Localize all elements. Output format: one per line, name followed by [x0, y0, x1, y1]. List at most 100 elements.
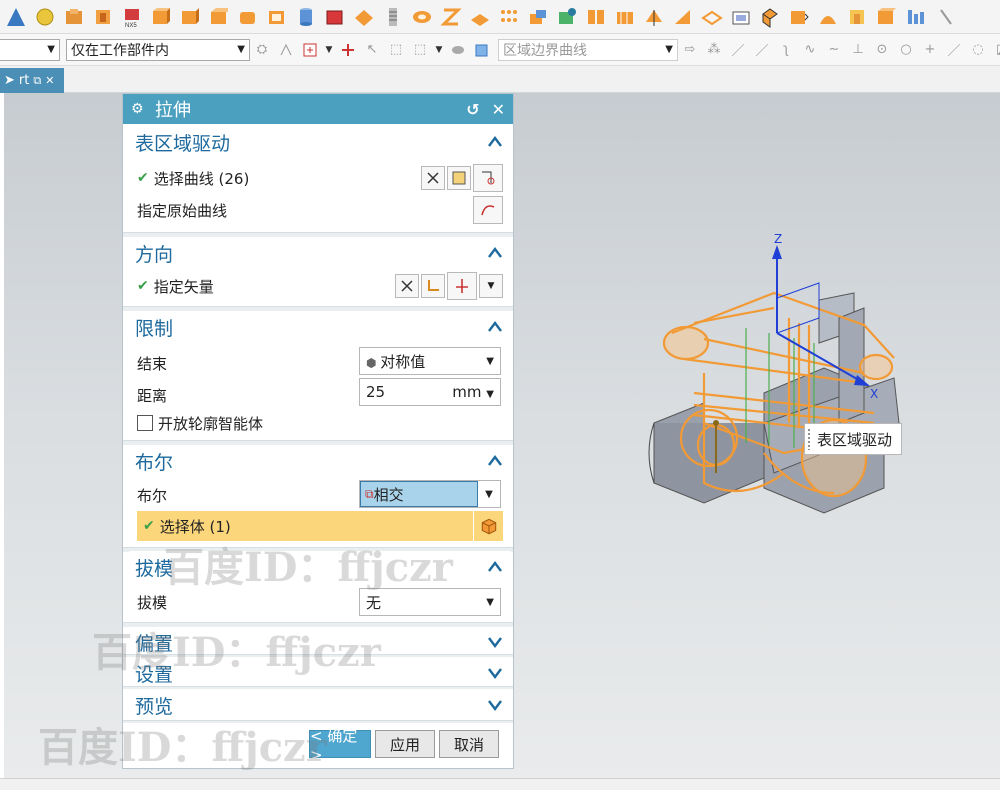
pocket-icon[interactable] — [89, 4, 116, 30]
draft-dropdown[interactable]: 无 ▼ — [359, 588, 501, 616]
open-profile-checkbox[interactable] — [137, 415, 153, 431]
snap-mid-icon[interactable]: ∿ — [801, 41, 819, 59]
section-settings-header[interactable]: 设置 — [129, 658, 511, 688]
filter-icon[interactable]: ⛭ — [253, 41, 271, 59]
vector-dropdown-icon[interactable]: ▼ — [479, 274, 503, 298]
block-icon[interactable] — [147, 4, 174, 30]
snap-face-icon[interactable]: ◌ — [969, 41, 987, 59]
close-icon[interactable]: ✕ — [492, 100, 505, 119]
snap-slash-icon[interactable]: ／ — [945, 41, 963, 59]
combine-icon[interactable] — [524, 4, 551, 30]
sketch-icon[interactable] — [447, 166, 471, 190]
popout-icon[interactable]: ⧉ — [33, 74, 41, 88]
selection-scope-dropdown[interactable]: 仅在工作部件内 ▼ — [66, 38, 250, 61]
select-curve-row[interactable]: ✔ 选择曲线 (26) — [137, 164, 503, 192]
book-icon[interactable] — [582, 4, 609, 30]
ok-button[interactable]: < 确定 > — [309, 727, 371, 764]
point-icon[interactable] — [553, 4, 580, 30]
snap-cross-icon[interactable]: + — [921, 41, 939, 59]
snap-perp-icon[interactable]: ⊥ — [849, 41, 867, 59]
tab-part[interactable]: ➤ rt ⧉ ✕ — [0, 68, 64, 93]
snap-wave-icon[interactable]: ∼ — [825, 41, 843, 59]
mirror-icon[interactable] — [640, 4, 667, 30]
reverse-direction-icon[interactable] — [395, 274, 419, 298]
cylinder-icon[interactable] — [292, 4, 319, 30]
gear-icon[interactable]: ⚙ — [131, 101, 149, 117]
boss-icon[interactable] — [60, 4, 87, 30]
snap-end-icon[interactable]: ⁂ — [705, 41, 723, 59]
cube-select-icon[interactable] — [473, 41, 491, 59]
curve-rule-icon[interactable] — [421, 166, 445, 190]
body-select-icon[interactable] — [449, 41, 467, 59]
vector-row[interactable]: ✔ 指定矢量 ▼ — [137, 272, 503, 300]
section-boolean-header[interactable]: 布尔 — [129, 445, 511, 477]
section-curve-icon[interactable] — [473, 164, 503, 192]
rect-select-icon[interactable]: ⬚ — [411, 41, 429, 59]
offset-face-icon[interactable] — [408, 4, 435, 30]
section-preview-header[interactable]: 预览 — [129, 690, 511, 720]
body-icon[interactable] — [872, 4, 899, 30]
small-dropdown-icon-2[interactable]: ▼ — [435, 41, 443, 59]
curve-rule-dropdown[interactable]: 区域边界曲线 ▼ — [498, 38, 678, 61]
cone-icon[interactable] — [2, 4, 29, 30]
reset-icon[interactable]: ↺ — [466, 100, 479, 119]
section-region-header[interactable]: 表区域驱动 — [129, 126, 511, 158]
apply-button[interactable]: 应用 — [375, 730, 435, 758]
snap-line2-icon[interactable]: ／ — [753, 41, 771, 59]
snap-extra-icon[interactable]: ◪ — [993, 41, 1000, 59]
cube-icon[interactable] — [473, 511, 503, 541]
open-profile-row[interactable]: 开放轮廓智能体 — [137, 409, 503, 437]
type-filter-dropdown[interactable]: ▼ — [0, 38, 60, 61]
snap-quad-icon[interactable]: ○ — [897, 41, 915, 59]
nx5-icon[interactable]: NX5 — [118, 4, 145, 30]
arrow-right-icon[interactable]: ⇨ — [681, 41, 699, 59]
small-dropdown-icon[interactable]: ▼ — [325, 41, 333, 59]
vector-type-icon[interactable] — [447, 272, 477, 300]
end-dropdown[interactable]: ⬢ 对称值 ▼ — [359, 347, 501, 375]
split-icon[interactable] — [698, 4, 725, 30]
chamfer-icon[interactable] — [205, 4, 232, 30]
sweep-icon[interactable] — [466, 4, 493, 30]
extract-icon[interactable] — [611, 4, 638, 30]
offset-icon[interactable] — [727, 4, 754, 30]
trim-icon[interactable] — [669, 4, 696, 30]
bars-icon[interactable] — [901, 4, 928, 30]
shell-icon[interactable] — [263, 4, 290, 30]
draft-icon[interactable] — [814, 4, 841, 30]
select-body-row[interactable]: ✔ 选择体 (1) — [137, 511, 503, 541]
delete-face-icon[interactable] — [843, 4, 870, 30]
snap-circle-icon[interactable]: ⊙ — [873, 41, 891, 59]
blend-icon[interactable] — [234, 4, 261, 30]
distance-input[interactable]: 25 mm ▼ — [359, 378, 501, 406]
sphere-icon[interactable] — [31, 4, 58, 30]
cancel-button[interactable]: 取消 — [439, 730, 499, 758]
snap-point-icon[interactable] — [339, 41, 357, 59]
section-offset[interactable]: 偏置 — [129, 627, 511, 657]
dialog-title-bar[interactable]: ⚙ 拉伸 ↺ ✕ — [123, 94, 513, 124]
section-draft-header[interactable]: 拔模 — [129, 551, 511, 583]
lasso-icon[interactable]: ⬚ — [387, 41, 405, 59]
curve-pick-icon[interactable] — [473, 196, 503, 224]
section-settings[interactable]: 设置 — [129, 658, 511, 688]
section-direction-header[interactable]: 方向 — [129, 237, 511, 269]
select-box-icon[interactable] — [301, 41, 319, 59]
replace-icon[interactable] — [756, 4, 783, 30]
pattern-icon[interactable] — [437, 4, 464, 30]
vector-dialog-icon[interactable] — [421, 274, 445, 298]
more-icon[interactable] — [930, 4, 957, 30]
snap-icon[interactable] — [277, 41, 295, 59]
section-limits-header[interactable]: 限制 — [129, 311, 511, 343]
unite-icon[interactable] — [350, 4, 377, 30]
dots-icon[interactable] — [495, 4, 522, 30]
section-preview[interactable]: 预览 — [129, 690, 511, 720]
snap-line-icon[interactable]: ／ — [729, 41, 747, 59]
move-face-icon[interactable] — [785, 4, 812, 30]
close-icon[interactable]: ✕ — [45, 74, 54, 87]
original-curve-row[interactable]: 指定原始曲线 — [137, 196, 503, 224]
tooltip-grip[interactable] — [807, 428, 811, 450]
cursor-icon[interactable]: ↖ — [363, 41, 381, 59]
snap-curve-icon[interactable]: ʅ — [777, 41, 795, 59]
thread-icon[interactable] — [379, 4, 406, 30]
section-offset-header[interactable]: 偏置 — [129, 627, 511, 657]
boolean-dropdown[interactable]: ⧉ 相交 ▼ — [359, 480, 501, 508]
